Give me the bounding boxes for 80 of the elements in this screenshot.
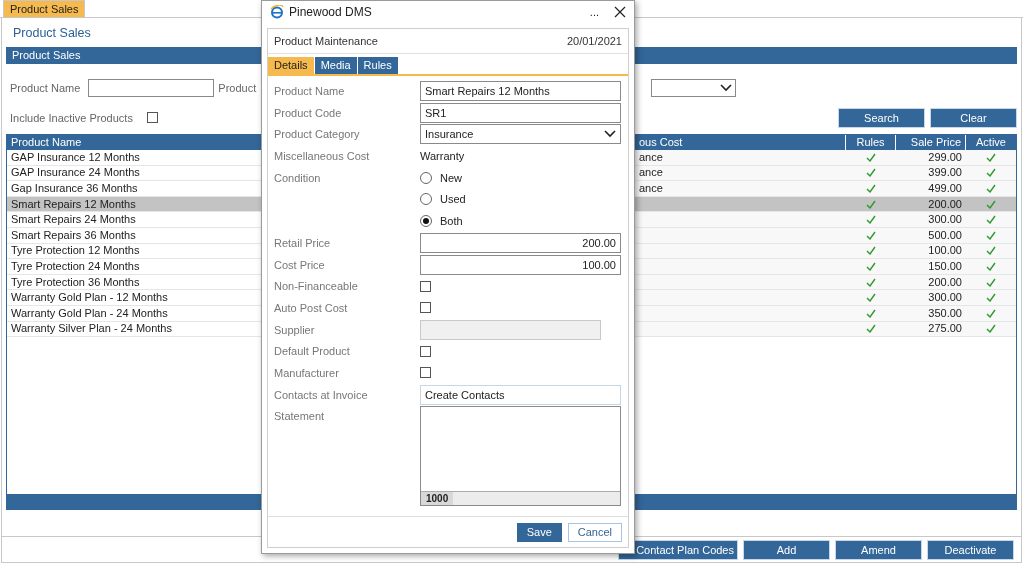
radio-button[interactable] [420,215,432,228]
action-button[interactable]: Deactivate [927,540,1014,560]
table-cell-text: 499.00 [927,181,963,196]
breadcrumb-link[interactable]: Product Sales [13,25,91,40]
price-field[interactable]: 100.00 [420,254,621,275]
field-label: Contacts at Invoice [274,387,369,403]
table-cell-text: ance [638,165,664,181]
field-label: Auto Post Cost [274,300,349,316]
chevron-icon [604,130,616,139]
table-cell-text: 500.00 [927,227,963,243]
table-cell-text: ance [638,181,664,196]
field-label: Product Name [274,84,346,99]
table-cell: Gap Insurance 36 Months [7,181,263,196]
table-cell-text: 200.00 [927,196,963,212]
table-cell-text: ance [638,150,664,165]
text-field[interactable]: Smart Repairs 12 Months [420,81,621,101]
radio-label: New [440,171,462,184]
date-text: 20/01/2021 [566,35,622,47]
field-label: Product Name [10,81,81,94]
field-label: Product Category [274,127,361,143]
column-header[interactable]: Active [966,135,1016,150]
table-cell-text: 399.00 [927,165,963,181]
checkbox[interactable] [420,302,431,314]
field-label: Cost Price [274,257,326,273]
field-label: Product Code [274,105,343,121]
text-field[interactable]: Create Contacts [420,384,621,405]
checkbox[interactable] [420,345,431,357]
field-label: Miscellaneous Cost [274,149,371,165]
dialog-heading: Product Maintenance [274,35,378,47]
text-field[interactable]: SR1 [420,102,621,123]
tab[interactable]: Rules [357,57,398,74]
checkbox-label: Include Inactive Products [10,111,133,124]
window-title: Pinewood DMS [289,5,372,19]
field-value: Warranty [420,150,465,163]
tab[interactable]: Media [314,57,357,74]
radio-button[interactable] [420,171,432,184]
table-cell-text: 300.00 [927,290,963,305]
field-label: Condition [274,170,322,186]
chevron-icon [720,83,733,92]
price-field[interactable]: 200.00 [420,232,621,253]
field-label: Statement [274,409,326,425]
table-cell-text: 300.00 [927,212,963,227]
table-cell-text: 350.00 [927,305,963,321]
table-cell-text: 100.00 [927,243,963,259]
close-icon[interactable] [614,6,626,18]
table-cell: Tyre Protection 24 Months [7,259,263,274]
tab[interactable]: Details [268,57,314,74]
select-field[interactable] [651,78,737,97]
browser-icon [270,5,284,19]
dialog-button[interactable]: Cancel [567,522,622,542]
field-label: Non-Financeable [274,279,359,295]
table-cell: Warranty Gold Plan - 12 Months [7,290,263,305]
field-label: Manufacturer [274,365,340,381]
filter-button[interactable]: Search [838,107,925,128]
action-button[interactable]: Contact Plan Codes [618,540,738,560]
table-cell-text: 200.00 [927,274,963,290]
select-field[interactable]: Insurance [420,124,621,145]
page-tab[interactable]: Product Sales [3,0,86,17]
dialog-button[interactable]: Save [516,522,562,542]
radio-button[interactable] [420,193,432,206]
checkbox[interactable] [420,367,431,379]
field-label: Retail Price [274,235,332,251]
radio-label: Both [440,215,463,228]
table-cell: Smart Repairs 24 Months [7,212,263,227]
table-cell-text: 299.00 [927,150,963,165]
filter-button[interactable]: Clear [930,107,1017,128]
table-cell-text: 150.00 [927,259,963,274]
statement-field[interactable]: 1000 [420,406,621,507]
field-label: Supplier [274,322,316,338]
action-button[interactable]: Add [743,540,830,560]
character-counter: 1000 [421,492,454,506]
field-label: Product [218,81,257,94]
product-name-field[interactable] [88,78,215,97]
action-button[interactable]: Amend [835,540,922,560]
checkbox[interactable] [420,280,431,292]
more-menu[interactable]: ... [589,6,599,18]
radio-label: Used [440,193,466,206]
field-label: Default Product [274,344,351,360]
table-cell: GAP Insurance 12 Months [7,150,263,165]
table-cell-text: 275.00 [927,321,963,337]
